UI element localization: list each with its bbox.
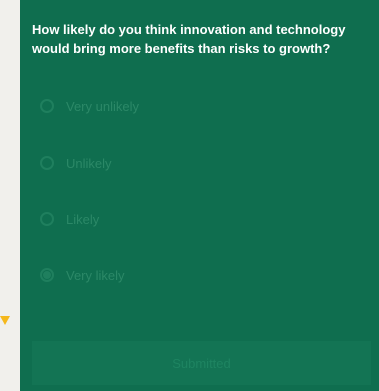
carousel-marker-icon bbox=[0, 316, 10, 325]
radio-selected-icon[interactable] bbox=[40, 268, 54, 282]
option-very-unlikely[interactable]: Very unlikely bbox=[40, 96, 139, 116]
option-label: Very unlikely bbox=[66, 98, 139, 114]
option-unlikely[interactable]: Unlikely bbox=[40, 153, 112, 173]
survey-question: How likely do you think innovation and t… bbox=[32, 22, 346, 56]
survey-panel: How likely do you think innovation and t… bbox=[20, 0, 379, 391]
option-label: Likely bbox=[66, 211, 100, 227]
option-very-likely[interactable]: Very likely bbox=[40, 265, 125, 285]
option-label: Unlikely bbox=[66, 155, 112, 171]
radio-icon[interactable] bbox=[40, 99, 54, 113]
submit-button[interactable]: Submitted bbox=[32, 341, 371, 385]
option-likely[interactable]: Likely bbox=[40, 209, 99, 229]
radio-icon[interactable] bbox=[40, 156, 54, 170]
radio-icon[interactable] bbox=[40, 212, 54, 226]
option-label: Very likely bbox=[66, 267, 125, 283]
